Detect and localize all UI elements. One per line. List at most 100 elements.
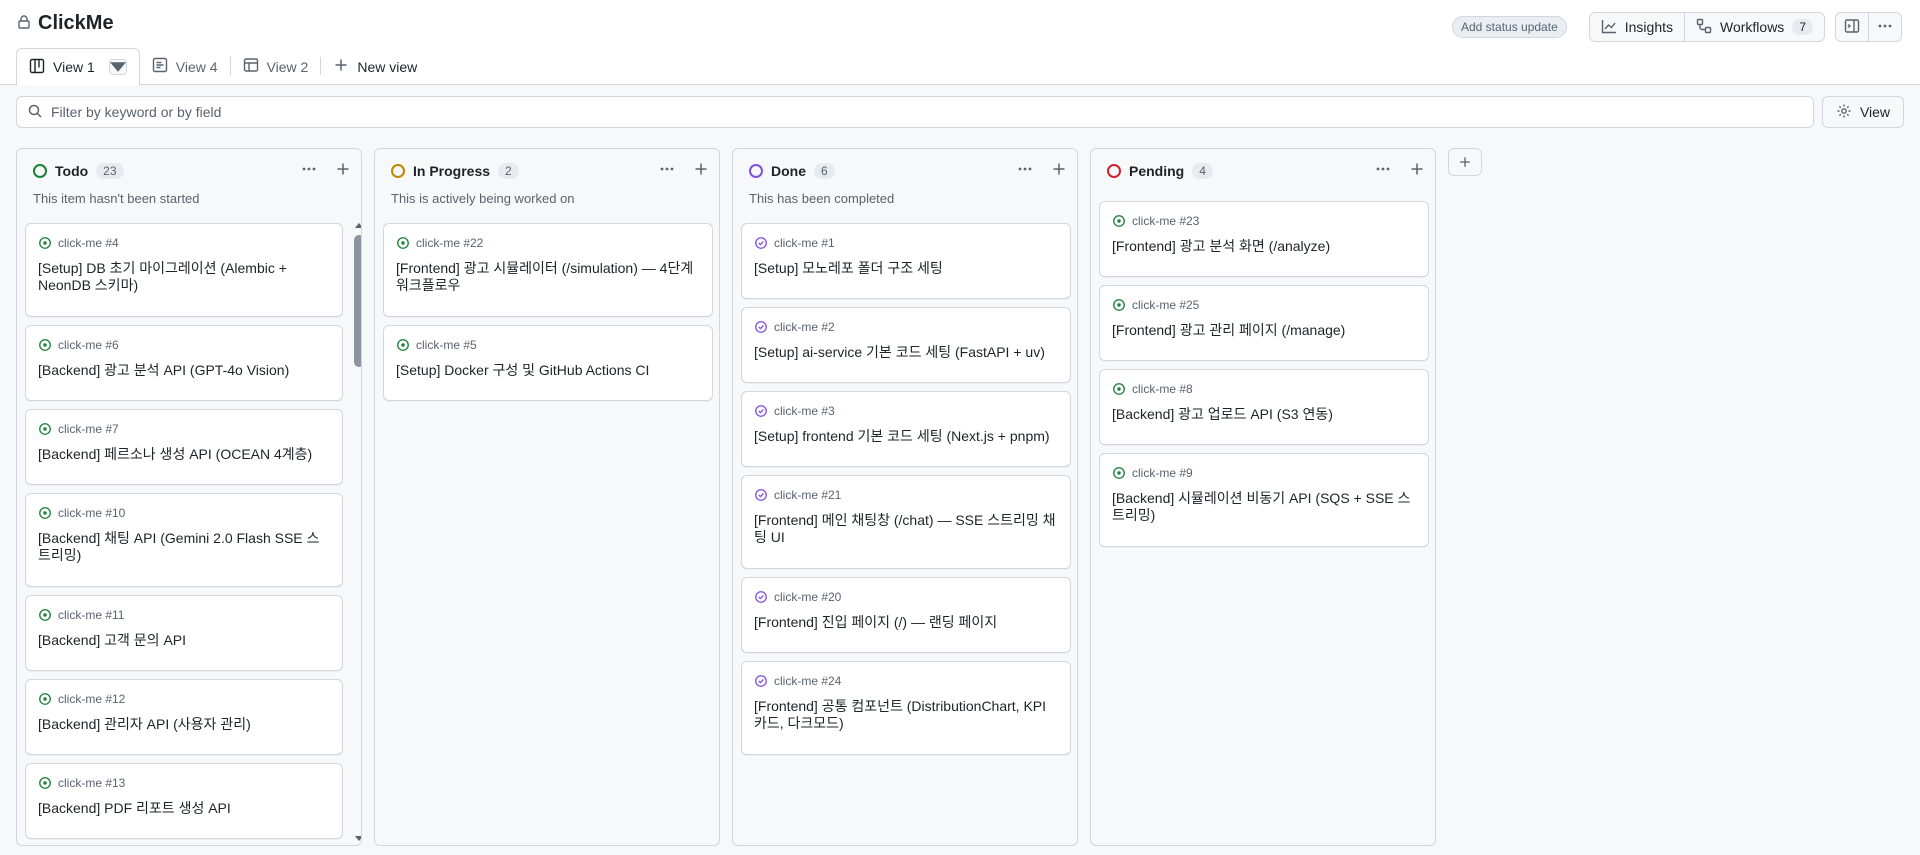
kebab-horizontal-icon [1376, 167, 1390, 171]
add-item-button[interactable] [1409, 161, 1425, 180]
column-description: This item hasn't been started [33, 191, 200, 206]
issue-card[interactable]: click-me #21 [Frontend] 메인 채팅창 (/chat) —… [741, 475, 1071, 569]
column-header: Done 6 This has been completed [733, 149, 1077, 209]
card-ref: click-me #1 [774, 236, 835, 250]
issue-card[interactable]: click-me #13 [Backend] PDF 리포트 생성 API [25, 763, 343, 839]
card-title: [Frontend] 광고 관리 페이지 (/manage) [1112, 322, 1346, 338]
issue-open-icon [1113, 467, 1125, 479]
tab-options-button[interactable] [108, 59, 127, 75]
issue-card[interactable]: click-me #1 [Setup] 모노레포 폴더 구조 세팅 [741, 223, 1071, 299]
issue-card[interactable]: click-me #12 [Backend] 관리자 API (사용자 관리) [25, 679, 343, 755]
tab-view-1[interactable]: View 1 [16, 48, 140, 86]
card-title: [Frontend] 공통 컴포넌트 (DistributionChart, K… [754, 698, 1047, 731]
workflow-icon [1696, 18, 1712, 37]
column-menu-button[interactable] [1375, 161, 1391, 180]
card-title: [Backend] 시뮬레이션 비동기 API (SQS + SSE 스트리밍) [1112, 490, 1411, 523]
column-description: This has been completed [749, 191, 895, 206]
column-scrollbar[interactable] [353, 223, 361, 841]
column-title: In Progress [413, 163, 491, 179]
project-title: ClickMe [38, 12, 114, 34]
header-actions: Add status update Insights Workflows 7 [1452, 12, 1902, 42]
card-ref: click-me #3 [774, 404, 835, 418]
issue-card[interactable]: click-me #8 [Backend] 광고 업로드 API (S3 연동) [1099, 369, 1429, 445]
card-ref: click-me #22 [416, 236, 484, 250]
table-icon [243, 57, 259, 76]
add-item-button[interactable] [1051, 161, 1067, 180]
add-column-button[interactable] [1448, 148, 1482, 176]
layout-menu-group [1835, 12, 1902, 42]
tab-label: New view [357, 58, 418, 75]
new-view-button[interactable]: New view [321, 48, 429, 85]
toggle-side-panel-button[interactable] [1836, 13, 1869, 41]
tab-view-2[interactable]: View 2 [231, 48, 321, 85]
issue-open-icon [39, 609, 51, 621]
issue-open-icon [1113, 299, 1125, 311]
card-title: [Setup] frontend 기본 코드 세팅 (Next.js + pnp… [754, 428, 1050, 444]
issue-card[interactable]: click-me #22 [Frontend] 광고 시뮬레이터 (/simul… [383, 223, 713, 317]
issue-card[interactable]: click-me #11 [Backend] 고객 문의 API [25, 595, 343, 671]
issue-closed-icon [755, 591, 767, 603]
column-count: 6 [814, 163, 835, 179]
column-title: Pending [1129, 163, 1185, 179]
gear-icon [1836, 103, 1852, 122]
status-circle-icon [749, 164, 763, 178]
tab-view-4[interactable]: View 4 [140, 48, 230, 85]
kebab-horizontal-icon [302, 167, 316, 171]
issue-card[interactable]: click-me #4 [Setup] DB 초기 마이그레이션 (Alembi… [25, 223, 343, 317]
card-ref: click-me #7 [58, 422, 119, 436]
card-ref: click-me #13 [58, 776, 126, 790]
card-meta: click-me #24 [754, 674, 841, 688]
card-title: [Backend] 광고 분석 API (GPT-4o Vision) [38, 362, 290, 378]
insights-workflows-group: Insights Workflows 7 [1588, 12, 1825, 42]
issue-card[interactable]: click-me #24 [Frontend] 공통 컴포넌트 (Distrib… [741, 661, 1071, 755]
column-title-area: Done 6 [749, 163, 835, 179]
issue-card[interactable]: click-me #10 [Backend] 채팅 API (Gemini 2.… [25, 493, 343, 587]
card-ref: click-me #10 [58, 506, 126, 520]
workflows-button[interactable]: Workflows 7 [1685, 13, 1824, 41]
plus-icon [1411, 163, 1423, 175]
card-meta: click-me #4 [38, 236, 119, 250]
column-menu-button[interactable] [1017, 161, 1033, 180]
issue-card[interactable]: click-me #25 [Frontend] 광고 관리 페이지 (/mana… [1099, 285, 1429, 361]
card-meta: click-me #9 [1112, 466, 1193, 480]
add-item-button[interactable] [693, 161, 709, 180]
add-item-button[interactable] [335, 161, 351, 180]
column-menu-button[interactable] [301, 161, 317, 180]
issue-open-icon [39, 507, 51, 519]
card-meta: click-me #10 [38, 506, 125, 520]
scroll-up-arrow-icon[interactable] [355, 223, 361, 228]
issue-card[interactable]: click-me #3 [Setup] frontend 기본 코드 세팅 (N… [741, 391, 1071, 467]
issue-card[interactable]: click-me #20 [Frontend] 진입 페이지 (/) — 랜딩 … [741, 577, 1071, 653]
search-icon [27, 103, 43, 122]
filter-input[interactable]: Filter by keyword or by field [16, 96, 1814, 128]
add-status-update-button[interactable]: Add status update [1452, 16, 1567, 38]
issue-closed-icon [755, 489, 767, 501]
issue-card[interactable]: click-me #5 [Setup] Docker 구성 및 GitHub A… [383, 325, 713, 401]
more-options-button[interactable] [1869, 13, 1901, 41]
view-button-label: View [1859, 104, 1891, 120]
view-options-button[interactable]: View [1822, 96, 1904, 128]
column-title-area: Todo 23 [33, 163, 124, 179]
project-header: ClickMe Add status update Insights Workf… [0, 0, 1920, 86]
issue-card[interactable]: click-me #6 [Backend] 광고 분석 API (GPT-4o … [25, 325, 343, 401]
column-header: In Progress 2 This is actively being wor… [375, 149, 719, 209]
issue-card[interactable]: click-me #2 [Setup] ai-service 기본 코드 세팅 … [741, 307, 1071, 383]
card-title: [Backend] 고객 문의 API [38, 632, 187, 648]
column-title: Todo [55, 163, 89, 179]
card-ref: click-me #12 [58, 692, 126, 706]
board-icon [29, 58, 45, 77]
tab-label: View 4 [175, 58, 218, 75]
scroll-down-arrow-icon[interactable] [355, 836, 361, 841]
issue-card[interactable]: click-me #7 [Backend] 페르소나 생성 API (OCEAN… [25, 409, 343, 485]
issue-card[interactable]: click-me #23 [Frontend] 광고 분석 화면 (/analy… [1099, 201, 1429, 277]
scrollbar-thumb[interactable] [354, 235, 361, 367]
column-menu-button[interactable] [659, 161, 675, 180]
card-title: [Frontend] 진입 페이지 (/) — 랜딩 페이지 [754, 614, 998, 630]
status-circle-icon [1107, 164, 1121, 178]
card-ref: click-me #24 [774, 674, 842, 688]
card-title: [Setup] 모노레포 폴더 구조 세팅 [754, 260, 943, 276]
insights-button[interactable]: Insights [1590, 13, 1685, 41]
issue-open-icon [39, 237, 51, 249]
issue-card[interactable]: click-me #9 [Backend] 시뮬레이션 비동기 API (SQS… [1099, 453, 1429, 547]
insights-label: Insights [1624, 19, 1673, 35]
